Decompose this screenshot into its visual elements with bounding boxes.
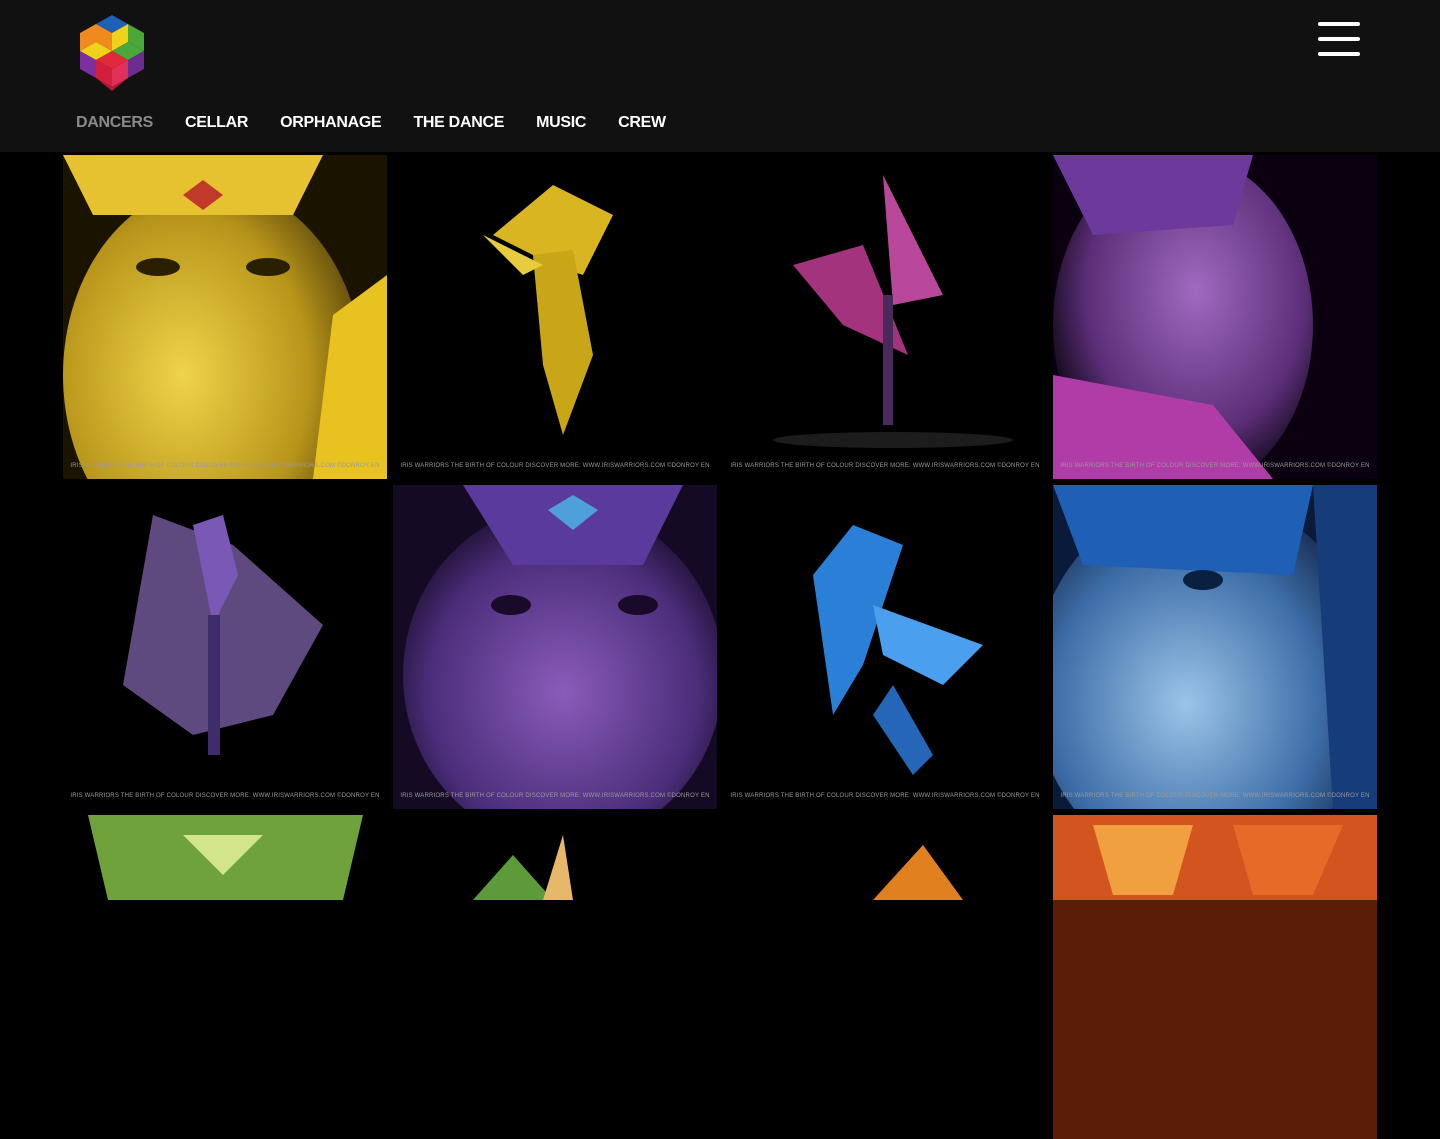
yellow-leaping-dancer-image: [393, 155, 717, 479]
purple-warrior-portrait-image: [1053, 155, 1377, 479]
gallery-tile-violet-portrait[interactable]: IRIS WARRIORS THE BIRTH OF COLOUR DISCOV…: [393, 485, 717, 809]
image-caption: IRIS WARRIORS THE BIRTH OF COLOUR DISCOV…: [1060, 793, 1370, 799]
menu-bar: [1318, 52, 1360, 56]
dancer-gallery: IRIS WARRIORS THE BIRTH OF COLOUR DISCOV…: [63, 155, 1377, 1139]
hamburger-menu-button[interactable]: [1318, 22, 1360, 56]
image-caption: IRIS WARRIORS THE BIRTH OF COLOUR DISCOV…: [70, 463, 380, 469]
gallery-tile-yellow-dancer[interactable]: IRIS WARRIORS THE BIRTH OF COLOUR DISCOV…: [393, 155, 717, 479]
violet-winged-dancer-image: [63, 485, 387, 809]
iris-logo[interactable]: [76, 13, 148, 93]
gallery-tile-violet-dancer[interactable]: IRIS WARRIORS THE BIRTH OF COLOUR DISCOV…: [63, 485, 387, 809]
nav-item-orphanage[interactable]: ORPHANAGE: [280, 114, 382, 132]
green-warrior-portrait-image: [63, 815, 387, 1139]
orange-warrior-portrait-image: [1053, 815, 1377, 1139]
nav-item-crew[interactable]: CREW: [618, 114, 666, 132]
menu-bar: [1318, 37, 1360, 41]
main-nav: DANCERS CELLAR ORPHANAGE THE DANCE MUSIC…: [76, 114, 666, 132]
green-dancer-image: [393, 815, 717, 1139]
image-caption: IRIS WARRIORS THE BIRTH OF COLOUR DISCOV…: [730, 463, 1040, 469]
gallery-tile-orange-dancer[interactable]: [723, 815, 1047, 1139]
orange-dancer-image: [723, 815, 1047, 1139]
nav-item-music[interactable]: MUSIC: [536, 114, 586, 132]
blue-leaping-dancer-image: [723, 485, 1047, 809]
gallery-tile-blue-portrait[interactable]: IRIS WARRIORS THE BIRTH OF COLOUR DISCOV…: [1053, 485, 1377, 809]
gallery-tile-magenta-dancer[interactable]: IRIS WARRIORS THE BIRTH OF COLOUR DISCOV…: [723, 155, 1047, 479]
yellow-warrior-portrait-image: [63, 155, 387, 479]
gallery-tile-purple-portrait[interactable]: IRIS WARRIORS THE BIRTH OF COLOUR DISCOV…: [1053, 155, 1377, 479]
gallery-tile-blue-dancer[interactable]: IRIS WARRIORS THE BIRTH OF COLOUR DISCOV…: [723, 485, 1047, 809]
gallery-tile-green-portrait[interactable]: [63, 815, 387, 1139]
image-caption: IRIS WARRIORS THE BIRTH OF COLOUR DISCOV…: [730, 793, 1040, 799]
image-caption: IRIS WARRIORS THE BIRTH OF COLOUR DISCOV…: [400, 793, 710, 799]
nav-item-dancers[interactable]: DANCERS: [76, 114, 153, 132]
nav-item-the-dance[interactable]: THE DANCE: [413, 114, 504, 132]
site-header: DANCERS CELLAR ORPHANAGE THE DANCE MUSIC…: [0, 0, 1440, 152]
image-caption: IRIS WARRIORS THE BIRTH OF COLOUR DISCOV…: [70, 793, 380, 799]
image-caption: IRIS WARRIORS THE BIRTH OF COLOUR DISCOV…: [400, 463, 710, 469]
menu-bar: [1318, 22, 1360, 26]
magenta-winged-dancer-image: [723, 155, 1047, 479]
image-caption: IRIS WARRIORS THE BIRTH OF COLOUR DISCOV…: [1060, 463, 1370, 469]
violet-warrior-portrait-image: [393, 485, 717, 809]
blue-warrior-portrait-image: [1053, 485, 1377, 809]
gallery-tile-orange-portrait[interactable]: [1053, 815, 1377, 1139]
nav-item-cellar[interactable]: CELLAR: [185, 114, 248, 132]
gallery-tile-yellow-portrait[interactable]: IRIS WARRIORS THE BIRTH OF COLOUR DISCOV…: [63, 155, 387, 479]
gallery-tile-green-dancer[interactable]: [393, 815, 717, 1139]
